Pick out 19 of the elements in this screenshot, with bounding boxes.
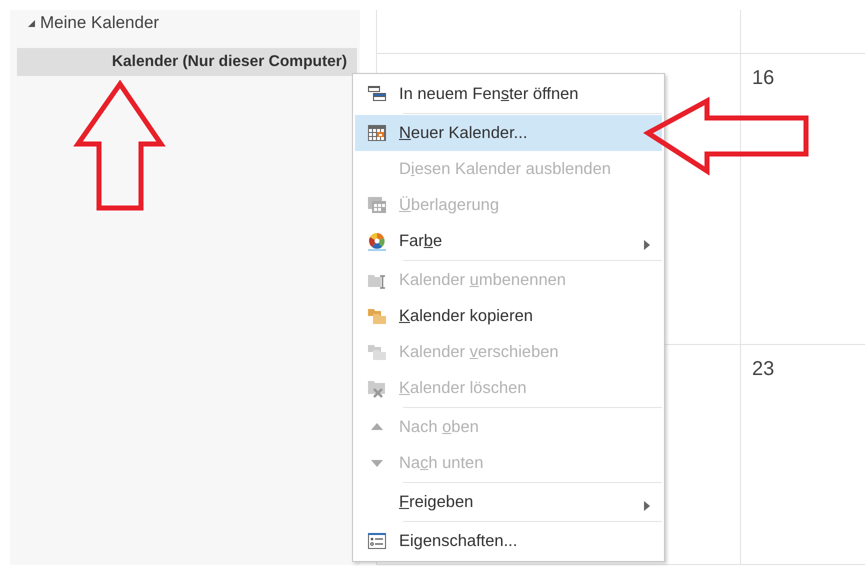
- menu-item[interactable]: Farbe: [355, 223, 662, 259]
- day-number: 23: [752, 358, 774, 380]
- day-number: 16: [752, 67, 774, 89]
- folders-icon: [367, 342, 387, 362]
- group-label[interactable]: Meine Kalender: [40, 13, 160, 33]
- folder-x-icon: [367, 378, 387, 398]
- folders-icon: [367, 306, 387, 326]
- windows-icon: [367, 84, 387, 104]
- menu-item[interactable]: In neuem Fenster öffnen: [355, 76, 662, 112]
- menu-item[interactable]: Neuer Kalender...: [355, 115, 662, 151]
- menu-item[interactable]: Freigeben: [355, 484, 662, 520]
- calendar-overlay-icon: [367, 195, 387, 215]
- menu-item[interactable]: Eigenschaften...: [355, 523, 662, 559]
- calendar-icon: [367, 123, 387, 143]
- menu-item[interactable]: Kalender kopieren: [355, 298, 662, 334]
- calendar-item[interactable]: Kalender (Nur dieser Computer): [17, 48, 357, 76]
- properties-icon: [367, 531, 387, 551]
- expand-icon[interactable]: [26, 18, 36, 28]
- color-wheel-icon: [367, 231, 387, 251]
